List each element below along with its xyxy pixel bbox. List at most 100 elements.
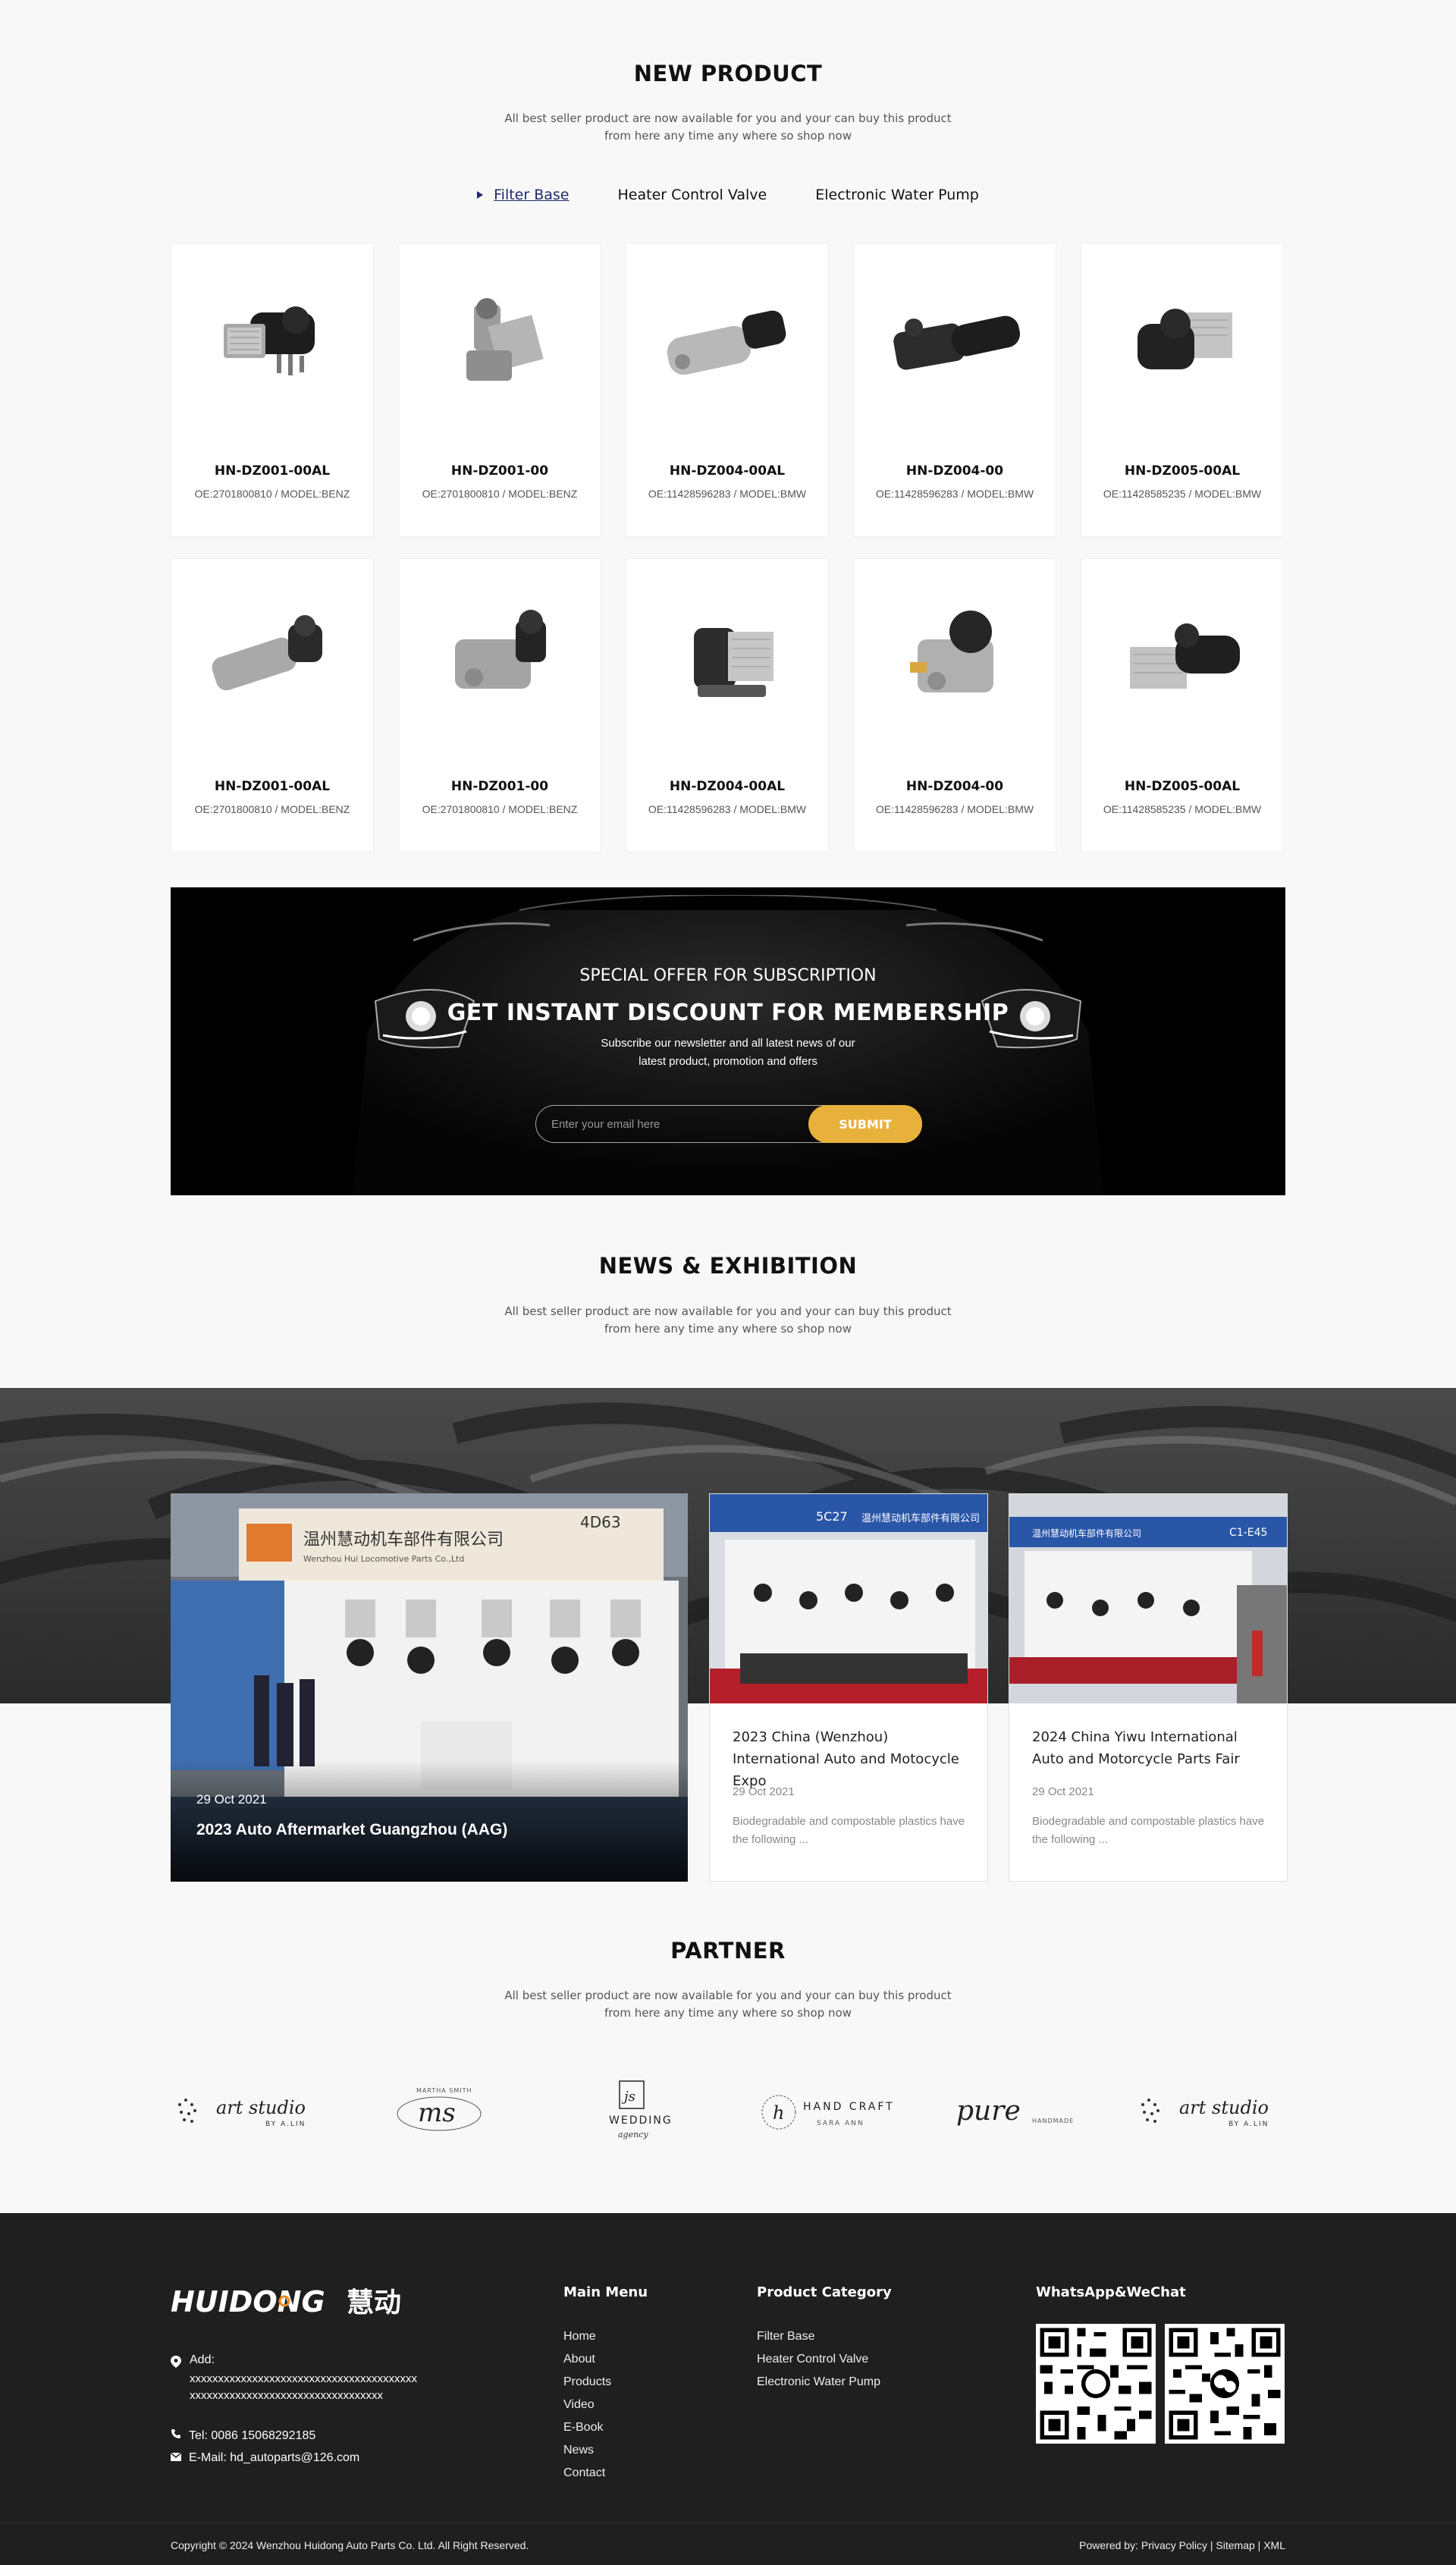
product-category-title: Product Category — [757, 2284, 892, 2300]
product-card[interactable]: HN-DZ004-00AL OE:11428596283 / MODEL:BMW — [626, 243, 829, 537]
product-spec: OE:2701800810 / MODEL:BENZ — [194, 488, 350, 500]
footer-link-products[interactable]: Products — [563, 2371, 611, 2394]
news-title-link[interactable]: 2024 China Yiwu International Auto and M… — [1032, 1726, 1267, 1770]
logo-text-cn: 慧动 — [347, 2287, 401, 2319]
product-name: HN-DZ005-00AL — [1124, 779, 1241, 794]
sitemap-link[interactable]: Sitemap — [1216, 2539, 1254, 2551]
tab-label: Filter Base — [494, 187, 570, 203]
partner-logo-art-studio[interactable]: art studio BY A.LIN — [1134, 2074, 1285, 2150]
address-label: Add: — [190, 2353, 215, 2366]
news-title-link[interactable]: 2023 Auto Aftermarket Guangzhou (AAG) — [196, 1821, 507, 1839]
triangle-right-icon — [477, 191, 484, 199]
product-image — [425, 586, 576, 730]
partner-logo-art-studio[interactable]: art studio BY A.LIN — [171, 2074, 322, 2150]
product-card[interactable]: HN-DZ005-00AL OE:11428585235 / MODEL:BMW — [1081, 243, 1284, 537]
product-card[interactable]: HN-DZ001-00 OE:2701800810 / MODEL:BENZ — [398, 558, 601, 852]
news-photo: C1-E45 温州慧动机车部件有限公司 — [1009, 1494, 1287, 1703]
booth-number: C1-E45 — [1229, 1527, 1267, 1539]
footer-link-contact[interactable]: Contact — [563, 2462, 611, 2485]
footer-logo[interactable]: HUIDONG 慧动 — [171, 2283, 421, 2323]
news-card[interactable]: 5C27 温州慧动机车部件有限公司 2023 China (Wenzhou) I… — [709, 1493, 988, 1882]
footer-link-ebook[interactable]: E-Book — [563, 2416, 611, 2439]
product-image — [197, 271, 349, 415]
partner-logo-hand-crafted[interactable]: h HAND CRAFTED SARA ANN — [748, 2074, 900, 2150]
footer-link-filter-base[interactable]: Filter Base — [757, 2325, 880, 2348]
subtitle-line: from here any time any where so shop now — [604, 1322, 852, 1336]
partner-logo-wedding[interactable]: js WEDDING agency — [556, 2074, 708, 2150]
product-card[interactable]: HN-DZ004-00 OE:11428596283 / MODEL:BMW — [853, 243, 1056, 537]
product-spec: OE:11428596283 / MODEL:BMW — [648, 488, 807, 500]
product-name: HN-DZ001-00AL — [214, 779, 331, 794]
product-category-list: Filter Base Heater Control Valve Electro… — [757, 2325, 880, 2394]
news-date: 29 Oct 2021 — [196, 1792, 267, 1807]
news-desc: Biodegradable and compostable plastics h… — [733, 1815, 965, 1846]
product-card[interactable]: HN-DZ004-00AL OE:11428596283 / MODEL:BMW — [626, 558, 829, 852]
partner-logo-ms[interactable]: ms MARTHA SMITH — [363, 2074, 515, 2150]
email-input[interactable] — [551, 1115, 794, 1133]
product-card[interactable]: HN-DZ001-00AL OE:2701800810 / MODEL:BENZ — [171, 243, 374, 537]
product-name: HN-DZ001-00AL — [214, 463, 331, 479]
product-card[interactable]: HN-DZ005-00AL OE:11428585235 / MODEL:BMW — [1081, 558, 1284, 852]
product-card[interactable]: HN-DZ001-00 OE:2701800810 / MODEL:BENZ — [398, 243, 601, 537]
partner-logo-text: pure — [956, 2096, 1021, 2127]
footer-link-heater-control-valve[interactable]: Heater Control Valve — [757, 2348, 880, 2371]
subtitle-line: from here any time any where so shop now — [604, 2006, 852, 2020]
xml-link[interactable]: XML — [1263, 2539, 1285, 2551]
svg-text:js: js — [621, 2089, 635, 2105]
tab-electronic-water-pump[interactable]: Electronic Water Pump — [815, 187, 979, 203]
partner-logo-text: art studio — [1179, 2097, 1269, 2118]
product-spec: OE:11428585235 / MODEL:BMW — [1103, 488, 1262, 500]
news-title-link[interactable]: 2023 China (Wenzhou) International Auto … — [733, 1726, 968, 1792]
product-spec: OE:2701800810 / MODEL:BENZ — [422, 488, 578, 500]
product-spec: OE:11428596283 / MODEL:BMW — [875, 803, 1034, 815]
partner-logo-sub: MARTHA SMITH — [416, 2087, 472, 2094]
subscribe-title: GET INSTANT DISCOUNT FOR MEMBERSHIP — [447, 1000, 1009, 1026]
product-name: HN-DZ004-00 — [905, 463, 1004, 479]
partner-logo-sub: BY A.LIN — [1228, 2121, 1269, 2128]
news-subtitle: All best seller product are now availabl… — [485, 1303, 971, 1338]
subscribe-text: Subscribe our newsletter and all latest … — [557, 1034, 899, 1071]
partner-logo-sub: agency — [618, 2130, 648, 2140]
partner-logos: art studio BY A.LIN ms MARTHA SMITH js W… — [171, 2074, 1285, 2150]
footer-link-news[interactable]: News — [563, 2439, 611, 2462]
subtitle-line: from here any time any where so shop now — [604, 129, 852, 143]
news-card[interactable]: C1-E45 温州慧动机车部件有限公司 2024 China Yiwu Inte… — [1009, 1493, 1288, 1882]
product-image — [197, 586, 349, 730]
subtitle-line: All best seller product are now availabl… — [504, 1989, 952, 2002]
booth-number: 5C27 — [816, 1509, 848, 1524]
footer-link-about[interactable]: About — [563, 2348, 611, 2371]
partner-logo-text: art studio — [216, 2097, 306, 2118]
news-desc: Biodegradable and compostable plastics h… — [1032, 1815, 1265, 1846]
address-line: xxxxxxxxxxxxxxxxxxxxxxxxxxxxxxxxxx — [190, 2389, 383, 2402]
main-menu-list: Home About Products Video E-Book News Co… — [563, 2325, 611, 2485]
tab-label: Heater Control Valve — [617, 187, 767, 203]
product-spec: OE:11428585235 / MODEL:BMW — [1103, 803, 1262, 815]
logo-text: HUIDONG — [171, 2285, 325, 2319]
location-pin-icon — [171, 2356, 181, 2372]
partner-logo-sub: SARA ANN — [817, 2120, 864, 2127]
product-name: HN-DZ004-00AL — [669, 463, 786, 479]
product-image — [652, 586, 804, 730]
separator: | — [1257, 2539, 1261, 2551]
email-text[interactable]: E-Mail: hd_autoparts@126.com — [189, 2451, 359, 2465]
partner-logo-pure[interactable]: pure HANDMADE — [941, 2074, 1093, 2150]
subscribe-text-line: latest product, promotion and offers — [639, 1055, 817, 1068]
product-card[interactable]: HN-DZ001-00AL OE:2701800810 / MODEL:BENZ — [171, 558, 374, 852]
featured-news-card[interactable]: 温州慧动机车部件有限公司 Wenzhou Hui Locomotive Part… — [171, 1493, 688, 1882]
product-name: HN-DZ001-00 — [450, 779, 549, 794]
product-grid: HN-DZ001-00AL OE:2701800810 / MODEL:BENZ… — [171, 243, 1285, 852]
footer-link-electronic-water-pump[interactable]: Electronic Water Pump — [757, 2371, 880, 2394]
footer-link-home[interactable]: Home — [563, 2325, 611, 2348]
partner-logo-sub: BY A.LIN — [265, 2121, 306, 2128]
product-name: HN-DZ005-00AL — [1124, 463, 1241, 479]
submit-button[interactable]: SUBMIT — [808, 1105, 922, 1143]
footer-link-video[interactable]: Video — [563, 2394, 611, 2416]
tel-text: Tel: 0086 15068292185 — [189, 2428, 316, 2442]
whatsapp-qr-code — [1036, 2324, 1156, 2444]
privacy-policy-link[interactable]: Privacy Policy — [1141, 2539, 1207, 2551]
product-card[interactable]: HN-DZ004-00 OE:11428596283 / MODEL:BMW — [853, 558, 1056, 852]
booth-sign-english: Wenzhou Hui Locomotive Parts Co.,Ltd — [303, 1554, 464, 1564]
product-image — [425, 271, 576, 415]
tab-filter-base[interactable]: Filter Base — [477, 187, 570, 203]
tab-heater-control-valve[interactable]: Heater Control Valve — [618, 187, 767, 203]
